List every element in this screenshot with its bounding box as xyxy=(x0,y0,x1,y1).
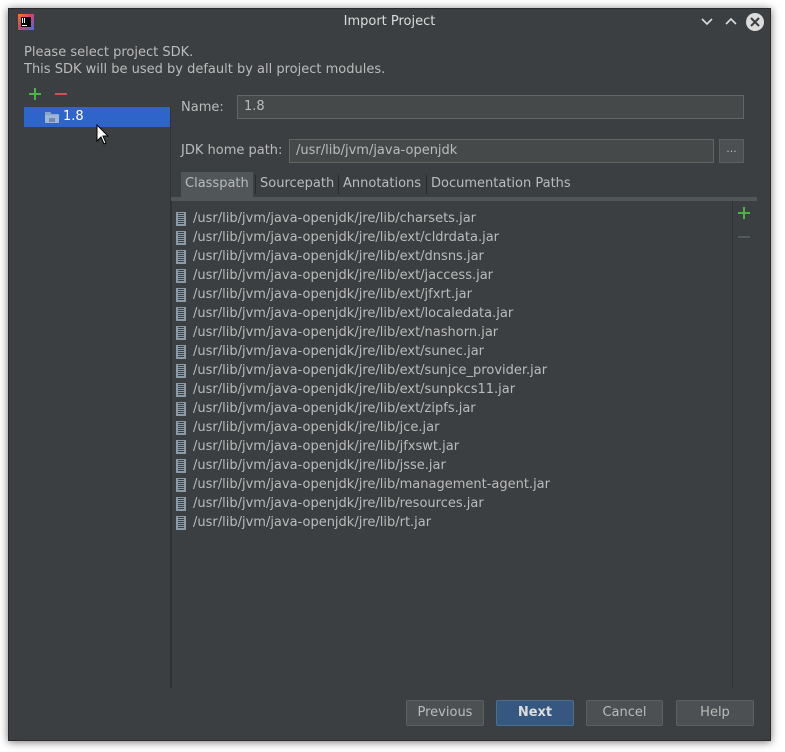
jar-icon xyxy=(176,383,186,397)
jar-icon xyxy=(176,459,186,473)
next-button[interactable]: Next xyxy=(496,700,574,726)
classpath-entry: /usr/lib/jvm/java-openjdk/jre/lib/ext/cl… xyxy=(193,230,500,245)
jar-icon xyxy=(176,307,186,321)
mouse-pointer-icon xyxy=(96,124,110,145)
previous-button[interactable]: Previous xyxy=(406,700,484,726)
browse-button[interactable]: ... xyxy=(719,139,744,163)
jdk-home-path-label: JDK home path: xyxy=(181,143,283,158)
tab-annotations[interactable]: Annotations xyxy=(339,172,425,197)
jar-icon xyxy=(176,421,186,435)
window-title: Import Project xyxy=(343,14,436,29)
chevron-down-icon[interactable] xyxy=(698,13,716,31)
classpath-entry: /usr/lib/jvm/java-openjdk/jre/lib/manage… xyxy=(193,477,550,492)
jar-icon xyxy=(176,326,186,340)
classpath-entry: /usr/lib/jvm/java-openjdk/jre/lib/resour… xyxy=(193,496,484,511)
classpath-entry: /usr/lib/jvm/java-openjdk/jre/lib/jsse.j… xyxy=(193,458,446,473)
classpath-entry: /usr/lib/jvm/java-openjdk/jre/lib/ext/dn… xyxy=(193,249,484,264)
tab-sourcepath[interactable]: Sourcepath xyxy=(256,172,338,197)
classpath-entry: /usr/lib/jvm/java-openjdk/jre/lib/jce.ja… xyxy=(193,420,440,435)
jar-icon xyxy=(176,345,186,359)
help-button[interactable]: Help xyxy=(676,700,754,726)
add-path-plus-icon[interactable] xyxy=(737,206,751,220)
sdk-list-panel: 1.8 xyxy=(24,107,171,689)
jar-icon xyxy=(176,516,186,530)
folder-icon xyxy=(45,112,59,123)
tab-classpath[interactable]: Classpath xyxy=(181,172,253,197)
classpath-entry: /usr/lib/jvm/java-openjdk/jre/lib/rt.jar xyxy=(193,515,432,530)
jar-icon xyxy=(176,288,186,302)
classpath-entry: /usr/lib/jvm/java-openjdk/jre/lib/ext/ja… xyxy=(193,268,494,283)
jar-icon xyxy=(176,250,186,264)
remove-path-minus-icon xyxy=(738,236,750,238)
tab-documentation-paths[interactable]: Documentation Paths xyxy=(427,172,575,197)
classpath-entry: /usr/lib/jvm/java-openjdk/jre/lib/jfxswt… xyxy=(193,439,460,454)
add-sdk-plus-icon[interactable] xyxy=(28,87,42,101)
classpath-entry: /usr/lib/jvm/java-openjdk/jre/lib/ext/su… xyxy=(193,344,485,359)
jar-icon xyxy=(176,212,186,226)
jar-icon xyxy=(176,497,186,511)
close-icon[interactable] xyxy=(746,13,764,31)
instruction-text: Please select project SDK. xyxy=(24,45,194,60)
name-field[interactable]: 1.8 xyxy=(237,95,744,119)
sdk-list-item-label: 1.8 xyxy=(63,109,84,124)
instruction-subtext: This SDK will be used by default by all … xyxy=(24,62,386,77)
jar-icon xyxy=(176,402,186,416)
cancel-button[interactable]: Cancel xyxy=(586,700,663,726)
name-label: Name: xyxy=(181,100,224,115)
title-bar[interactable]: Import Project xyxy=(9,9,770,35)
jdk-home-path-field[interactable]: /usr/lib/jvm/java-openjdk xyxy=(289,139,714,163)
classpath-list[interactable]: /usr/lib/jvm/java-openjdk/jre/lib/charse… xyxy=(171,201,733,688)
classpath-entry: /usr/lib/jvm/java-openjdk/jre/lib/ext/jf… xyxy=(193,287,472,302)
jar-icon xyxy=(176,231,186,245)
chevron-up-icon[interactable] xyxy=(722,13,740,31)
classpath-entry: /usr/lib/jvm/java-openjdk/jre/lib/ext/na… xyxy=(193,325,499,340)
classpath-entry: /usr/lib/jvm/java-openjdk/jre/lib/charse… xyxy=(193,211,477,226)
classpath-entry: /usr/lib/jvm/java-openjdk/jre/lib/ext/su… xyxy=(193,363,548,378)
jar-icon xyxy=(176,478,186,492)
classpath-entry: /usr/lib/jvm/java-openjdk/jre/lib/ext/zi… xyxy=(193,401,476,416)
remove-sdk-minus-icon[interactable] xyxy=(54,87,68,101)
classpath-entry: /usr/lib/jvm/java-openjdk/jre/lib/ext/su… xyxy=(193,382,516,397)
import-project-dialog: Import Project Please select project SDK… xyxy=(8,8,771,741)
jar-icon xyxy=(176,269,186,283)
jar-icon xyxy=(176,364,186,378)
classpath-entry: /usr/lib/jvm/java-openjdk/jre/lib/ext/lo… xyxy=(193,306,514,321)
jar-icon xyxy=(176,440,186,454)
